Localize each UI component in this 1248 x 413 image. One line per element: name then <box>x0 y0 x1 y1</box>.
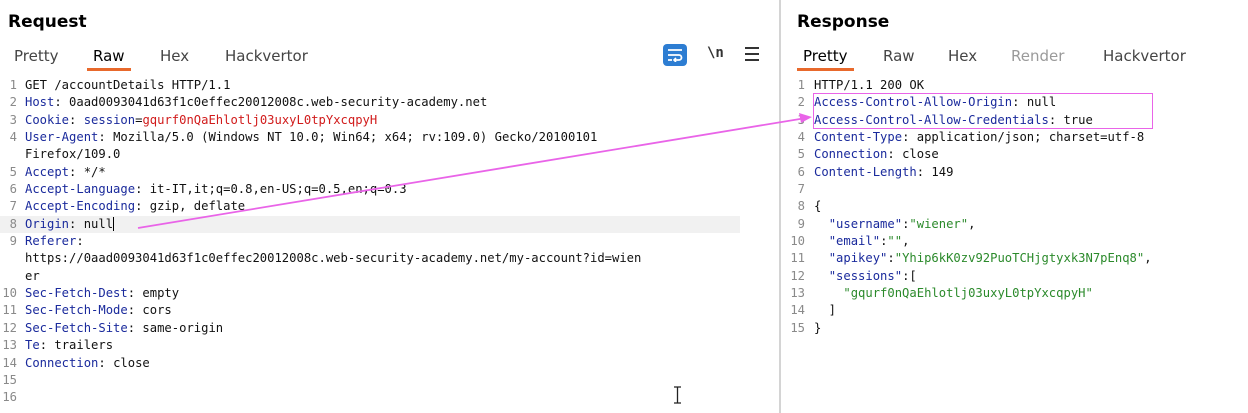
text-cursor-icon <box>674 386 681 404</box>
annotation-arrow <box>137 113 812 229</box>
